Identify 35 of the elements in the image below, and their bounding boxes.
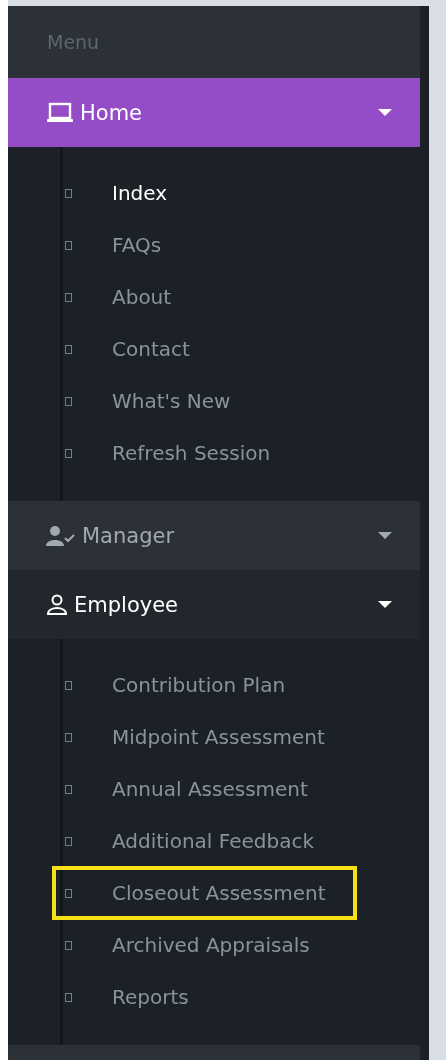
menu-item[interactable]: About — [112, 285, 172, 309]
caret-icon — [378, 531, 392, 540]
bullet-icon — [65, 188, 72, 198]
bullet-icon — [65, 836, 72, 846]
bullet-icon — [65, 680, 72, 690]
menu-item[interactable]: Contribution Plan — [112, 673, 286, 697]
menu-item[interactable]: Index — [112, 181, 168, 205]
menu-item[interactable]: FAQs — [112, 233, 162, 257]
bullet-icon — [65, 292, 72, 302]
menu-group[interactable]: Home — [8, 78, 420, 147]
bullet-icon — [65, 396, 72, 406]
bullet-icon — [65, 732, 72, 742]
menu-item[interactable]: Annual Assessment — [112, 777, 308, 801]
menu-item[interactable]: Closeout Assessment — [112, 881, 326, 905]
bullet-icon — [65, 940, 72, 950]
user-icon — [46, 593, 68, 616]
bullet-icon — [65, 344, 72, 354]
menu-item[interactable]: Archived Appraisals — [112, 933, 310, 957]
menu-item[interactable]: Midpoint Assessment — [112, 725, 325, 749]
menu-item[interactable]: Contact — [112, 337, 190, 361]
bullet-icon — [65, 888, 72, 898]
bullet-icon — [65, 240, 72, 250]
menu-title: Menu — [47, 31, 100, 53]
bullet-icon — [65, 784, 72, 794]
user-check-icon — [46, 524, 76, 547]
caret-icon — [378, 600, 392, 609]
caret-icon — [378, 108, 392, 117]
laptop-icon — [46, 101, 74, 124]
menu-item[interactable]: Refresh Session — [112, 441, 271, 465]
bullet-icon — [65, 448, 72, 458]
menu-item[interactable]: Additional Feedback — [112, 829, 314, 853]
menu-group[interactable]: Employee — [8, 570, 420, 639]
bullet-icon — [65, 992, 72, 1002]
menu-item[interactable]: What's New — [112, 389, 231, 413]
menu-item[interactable]: Reports — [112, 985, 189, 1009]
